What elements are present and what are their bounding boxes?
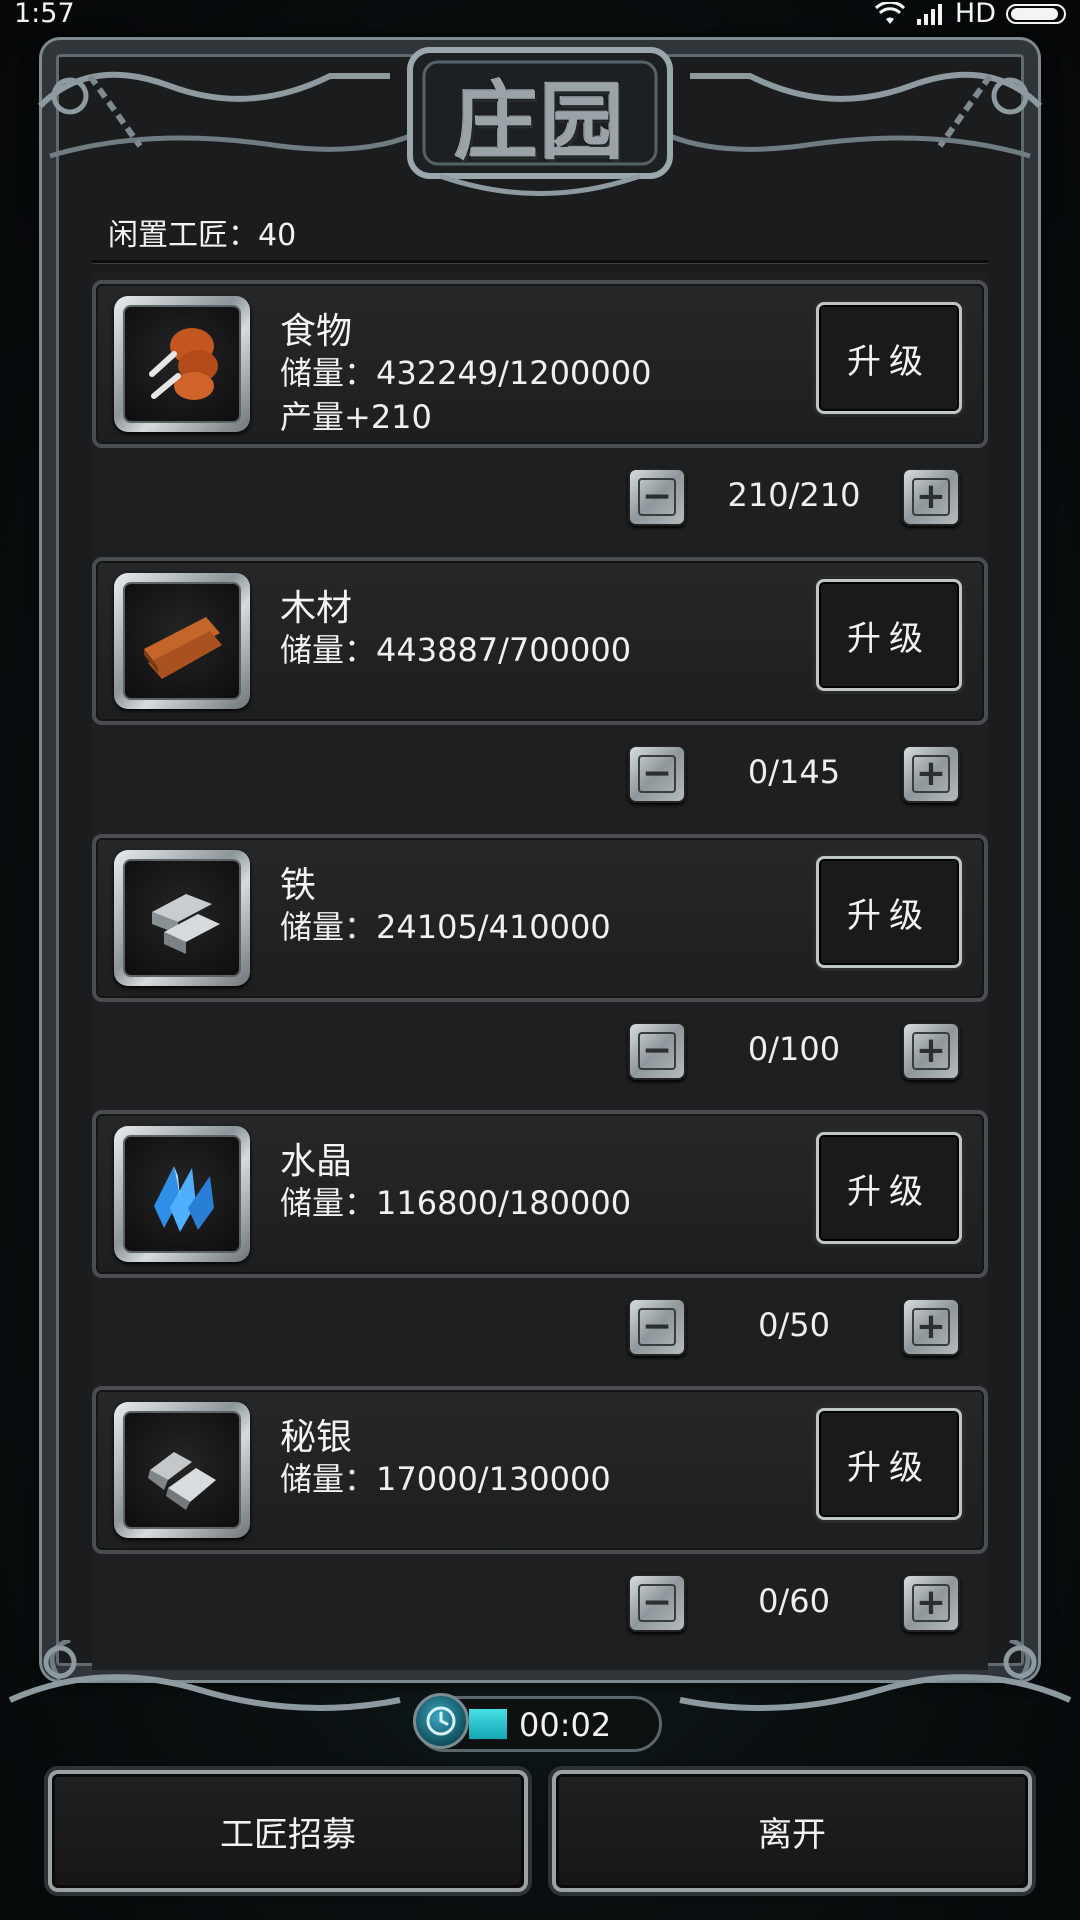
resource-icon-frame: [114, 850, 250, 986]
plus-icon: +: [912, 1032, 950, 1070]
resource-stock: 储量：24105/410000: [280, 908, 611, 946]
worker-stepper: − 0/145 +: [92, 745, 988, 805]
resource-icon-frame: [114, 1402, 250, 1538]
idle-craftsmen-label: 闲置工匠：40: [108, 218, 297, 253]
clock-icon: [413, 1693, 469, 1749]
resource-stock: 储量：17000/130000: [280, 1460, 611, 1498]
timer-progress-bar: [469, 1709, 507, 1739]
countdown-timer: 00:02: [413, 1693, 662, 1752]
upgrade-button[interactable]: 升级: [816, 1132, 962, 1244]
resource-card-mithril: 秘银 储量：17000/130000 升级: [92, 1386, 988, 1554]
increase-button[interactable]: +: [902, 745, 960, 803]
status-time: 1:57: [14, 0, 75, 29]
plus-icon: +: [912, 478, 950, 516]
wood-planks-icon: [144, 617, 222, 679]
crystal-icon: [154, 1166, 214, 1232]
assigned-workers: 0/145: [747, 753, 841, 791]
resource-card-food: 食物 储量：432249/1200000 产量+210 升级: [92, 280, 988, 448]
minus-icon: −: [638, 1032, 676, 1070]
increase-button[interactable]: +: [902, 1574, 960, 1632]
plus-icon: +: [912, 1308, 950, 1346]
status-bar: 1:57 HD: [0, 0, 1080, 32]
decrease-button[interactable]: −: [628, 1022, 686, 1080]
plus-icon: +: [912, 755, 950, 793]
assigned-workers: 0/100: [747, 1030, 841, 1068]
upgrade-button[interactable]: 升级: [816, 302, 962, 414]
resource-name: 木材: [280, 588, 353, 629]
upgrade-button[interactable]: 升级: [816, 579, 962, 691]
decrease-button[interactable]: −: [628, 1298, 686, 1356]
resource-name: 水晶: [280, 1141, 353, 1182]
increase-button[interactable]: +: [902, 468, 960, 526]
assigned-workers: 0/60: [758, 1582, 830, 1620]
assigned-workers: 0/50: [758, 1306, 830, 1344]
minus-icon: −: [638, 1584, 676, 1622]
decrease-button[interactable]: −: [628, 1574, 686, 1632]
upgrade-button[interactable]: 升级: [816, 856, 962, 968]
minus-icon: −: [638, 1308, 676, 1346]
resource-output: 产量+210: [280, 398, 432, 436]
worker-stepper: − 0/60 +: [92, 1574, 988, 1634]
mithril-ore-icon: [148, 1452, 216, 1510]
assigned-workers: 210/210: [727, 476, 861, 514]
worker-stepper: − 0/100 +: [92, 1022, 988, 1082]
increase-button[interactable]: +: [902, 1022, 960, 1080]
resource-icon-frame: [114, 573, 250, 709]
leave-button[interactable]: 离开: [552, 1770, 1032, 1892]
divider: [92, 260, 988, 264]
resource-stock: 储量：443887/700000: [280, 631, 632, 669]
resource-card-crystal: 水晶 储量：116800/180000 升级: [92, 1110, 988, 1278]
worker-stepper: − 210/210 +: [92, 468, 988, 528]
decrease-button[interactable]: −: [628, 745, 686, 803]
worker-stepper: − 0/50 +: [92, 1298, 988, 1358]
resource-name: 铁: [280, 865, 317, 906]
network-type-label: HD: [954, 0, 996, 29]
page-title: 庄园: [453, 71, 626, 171]
minus-icon: −: [638, 755, 676, 793]
battery-icon: [1006, 4, 1066, 24]
manor-screen: 1:57 HD 庄园 闲置工匠：40 食物 储量：432249/1200000 …: [0, 0, 1080, 1920]
wifi-icon: [874, 2, 905, 24]
status-icons: HD: [874, 0, 1066, 29]
upgrade-button[interactable]: 升级: [816, 1408, 962, 1520]
minus-icon: −: [638, 478, 676, 516]
resource-list[interactable]: 食物 储量：432249/1200000 产量+210 升级 − 210/210…: [92, 272, 988, 1670]
resource-card-wood: 木材 储量：443887/700000 升级: [92, 557, 988, 725]
resource-stock: 储量：116800/180000: [280, 1184, 632, 1222]
iron-ingot-icon: [152, 894, 220, 954]
resource-icon-frame: [114, 1126, 250, 1262]
drumstick-icon: [149, 328, 218, 400]
decrease-button[interactable]: −: [628, 468, 686, 526]
resource-name: 食物: [280, 311, 353, 352]
recruit-craftsmen-button[interactable]: 工匠招募: [48, 1770, 528, 1892]
timer-text: 00:02: [519, 1706, 612, 1744]
signal-icon: [916, 4, 942, 25]
resource-card-iron: 铁 储量：24105/410000 升级: [92, 834, 988, 1002]
resource-stock: 储量：432249/1200000: [280, 354, 652, 392]
resource-icon-frame: [114, 296, 250, 432]
resource-name: 秘银: [280, 1417, 353, 1458]
plus-icon: +: [912, 1584, 950, 1622]
increase-button[interactable]: +: [902, 1298, 960, 1356]
